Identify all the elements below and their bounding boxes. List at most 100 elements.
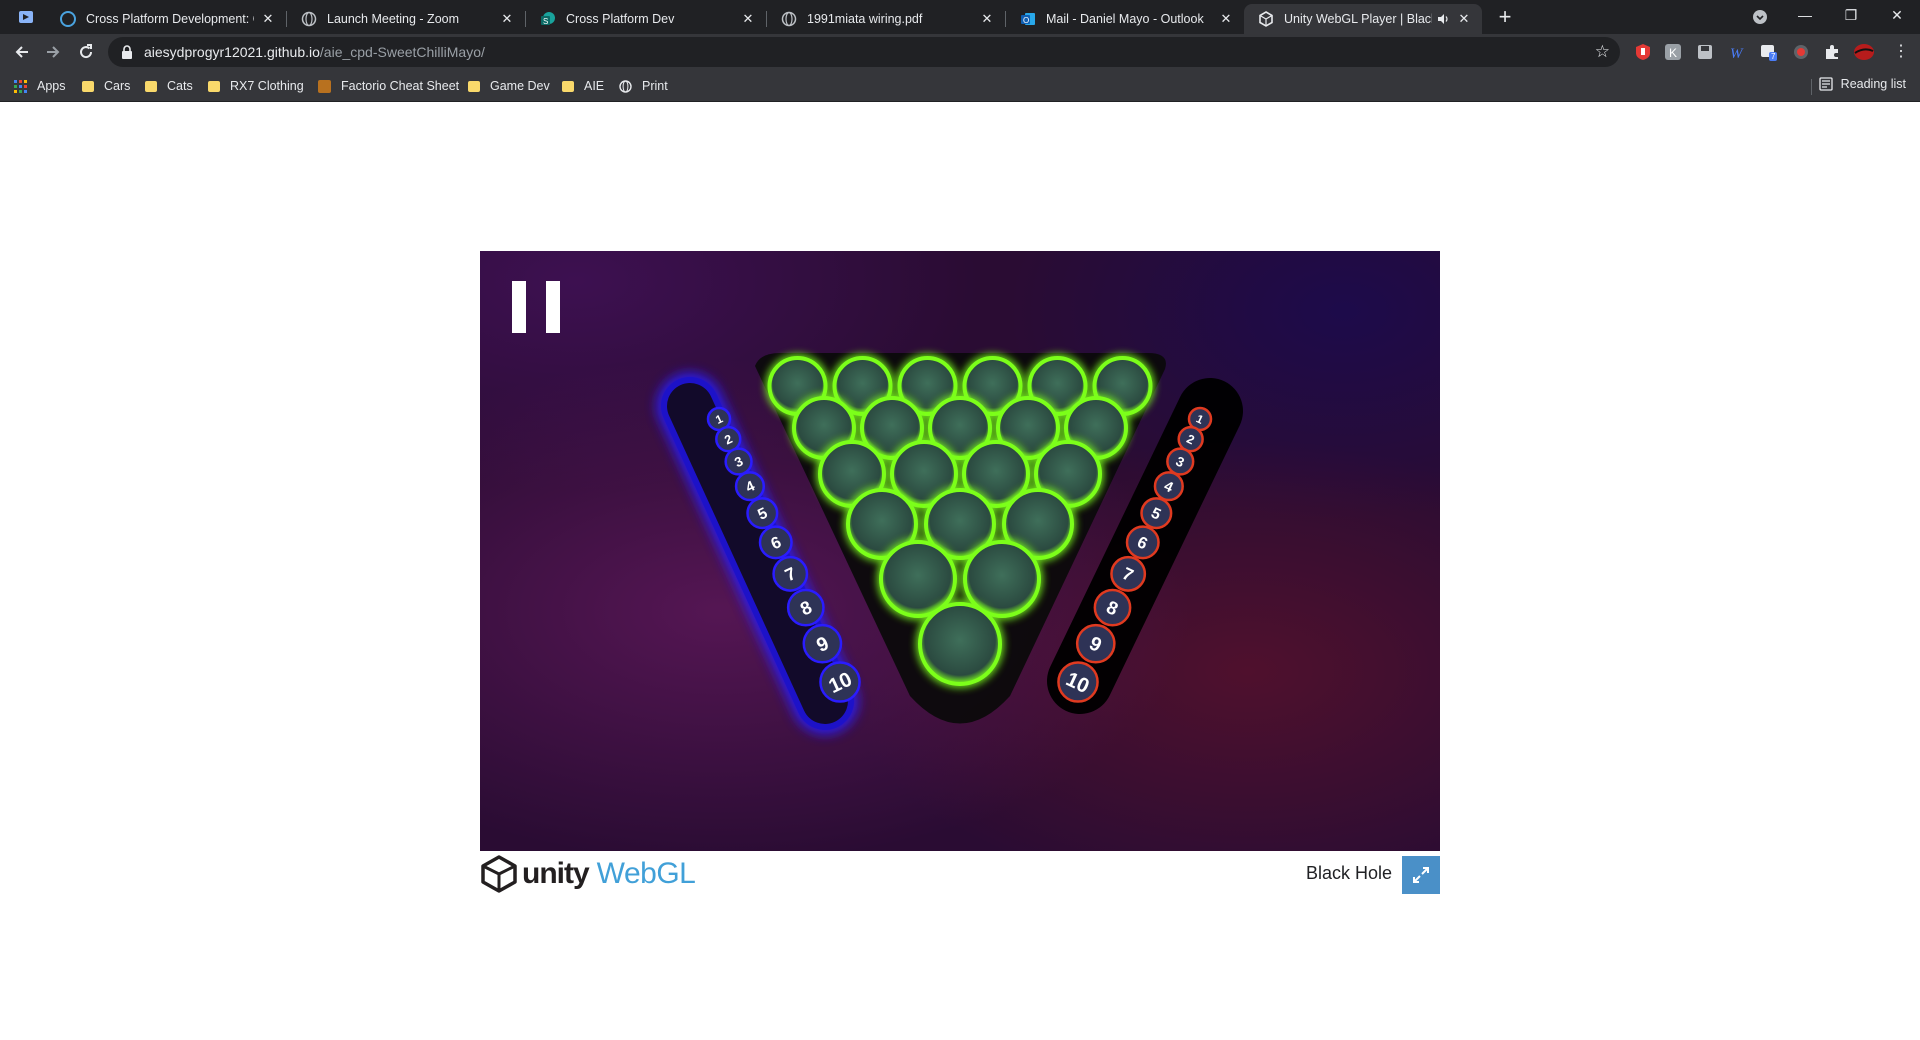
folder-icon bbox=[208, 80, 220, 92]
unity-game-canvas[interactable]: 1 2 3 4 5 6 7 8 9 10 1 2 3 4 5 6 7 8 9 10 bbox=[480, 251, 1440, 851]
extension-w-icon[interactable]: W bbox=[1729, 43, 1747, 62]
left-chip[interactable]: 5 bbox=[746, 497, 779, 530]
hole[interactable] bbox=[916, 600, 1004, 688]
url-path: /aie_cpd-SweetChilliMayo/ bbox=[319, 44, 485, 60]
folder-icon bbox=[82, 80, 94, 92]
tab-title: Unity WebGL Player | Black H bbox=[1284, 12, 1432, 26]
globe-icon bbox=[619, 79, 632, 93]
tab-launch-meeting-zoom[interactable]: Launch Meeting - Zoom ✕ bbox=[287, 4, 525, 34]
left-chip[interactable]: 10 bbox=[819, 661, 861, 703]
fullscreen-button[interactable] bbox=[1402, 856, 1440, 894]
right-chip[interactable]: 4 bbox=[1153, 471, 1184, 502]
bookmark-cars[interactable]: Cars bbox=[82, 77, 130, 95]
address-bar[interactable]: aiesydprogyr12021.github.io/aie_cpd-Swee… bbox=[108, 37, 1620, 67]
right-chip[interactable]: 9 bbox=[1075, 623, 1116, 664]
extensions-puzzle-icon[interactable] bbox=[1823, 43, 1841, 61]
right-chip[interactable]: 7 bbox=[1110, 555, 1147, 592]
unity-wordmark: unity bbox=[522, 857, 590, 890]
extension-adblock-icon[interactable] bbox=[1634, 43, 1652, 61]
globe-icon bbox=[301, 11, 317, 27]
tab-miata-wiring-pdf[interactable]: 1991miata wiring.pdf ✕ bbox=[767, 4, 1005, 34]
svg-text:K: K bbox=[1669, 46, 1677, 60]
pause-bar-left bbox=[512, 281, 526, 333]
right-chip[interactable]: 5 bbox=[1140, 497, 1173, 530]
extension-badge-icon[interactable]: 7 bbox=[1760, 43, 1778, 61]
tab-unity-webgl-player[interactable]: Unity WebGL Player | Black H ✕ bbox=[1244, 4, 1482, 34]
close-tab-icon[interactable]: ✕ bbox=[499, 11, 515, 27]
url-host: aiesydprogyr12021.github.io bbox=[144, 44, 320, 60]
back-button[interactable] bbox=[8, 38, 36, 66]
close-tab-icon[interactable]: ✕ bbox=[740, 11, 756, 27]
tab-search-icon[interactable] bbox=[1752, 9, 1768, 25]
outlook-icon: O bbox=[1020, 11, 1036, 27]
webgl-wordmark: WebGL bbox=[596, 857, 696, 890]
extension-badge-count: 7 bbox=[1769, 52, 1778, 61]
left-chip[interactable]: 9 bbox=[802, 623, 843, 664]
bookmark-factorio-cheat-sheet[interactable]: Factorio Cheat Sheet bbox=[318, 77, 459, 95]
factorio-icon bbox=[318, 79, 331, 93]
browser-app-icon[interactable] bbox=[18, 9, 34, 25]
folder-icon bbox=[562, 80, 574, 92]
forward-button[interactable] bbox=[39, 38, 67, 66]
bookmark-game-dev[interactable]: Game Dev bbox=[468, 77, 550, 95]
unity-cube-icon bbox=[481, 855, 517, 893]
black-hole-board: 12345678910 12345678910 bbox=[657, 353, 1243, 734]
new-tab-button[interactable]: + bbox=[1494, 6, 1516, 28]
reading-list-icon bbox=[1819, 77, 1833, 91]
close-window-button[interactable]: ✕ bbox=[1874, 0, 1920, 30]
forward-arrow-icon bbox=[47, 46, 60, 58]
tab-outlook-mail[interactable]: O Mail - Daniel Mayo - Outlook ✕ bbox=[1006, 4, 1244, 34]
tab-title: Launch Meeting - Zoom bbox=[327, 12, 460, 26]
minimize-button[interactable]: — bbox=[1782, 0, 1828, 30]
bookmark-label: Cats bbox=[167, 79, 193, 93]
reload-button[interactable] bbox=[72, 38, 100, 66]
restore-button[interactable]: ❐ bbox=[1828, 0, 1874, 30]
apps-grid-icon bbox=[14, 79, 27, 93]
bookmark-label: RX7 Clothing bbox=[230, 79, 304, 93]
svg-text:O: O bbox=[1023, 16, 1029, 25]
browser-menu-icon[interactable]: ⋮ bbox=[1893, 43, 1909, 61]
left-chip[interactable]: 6 bbox=[758, 525, 793, 560]
right-chip[interactable]: 3 bbox=[1166, 447, 1195, 476]
bookmark-star-icon[interactable]: ☆ bbox=[1595, 42, 1610, 62]
game-title: Black Hole bbox=[1305, 863, 1392, 883]
right-chip[interactable]: 8 bbox=[1093, 588, 1132, 627]
extension-record-icon[interactable] bbox=[1792, 43, 1810, 61]
profile-avatar[interactable] bbox=[1854, 43, 1874, 61]
bookmark-aie[interactable]: AIE bbox=[562, 77, 604, 95]
extension-k-icon[interactable]: K bbox=[1664, 43, 1682, 61]
bookmark-label: Game Dev bbox=[490, 79, 550, 93]
tab-title: Cross Platform Dev bbox=[566, 12, 675, 26]
left-chip[interactable]: 3 bbox=[724, 447, 753, 476]
tab-strip: Cross Platform Development: Ga ✕ Launch … bbox=[0, 0, 1920, 34]
right-chip[interactable]: 10 bbox=[1057, 661, 1099, 703]
bookmark-cats[interactable]: Cats bbox=[145, 77, 193, 95]
extension-save-icon[interactable] bbox=[1696, 43, 1714, 61]
right-chip[interactable]: 2 bbox=[1177, 425, 1204, 453]
left-chip[interactable]: 7 bbox=[772, 555, 809, 592]
bookmark-label: Cars bbox=[104, 79, 131, 93]
tab-cross-platform-development[interactable]: Cross Platform Development: Ga ✕ bbox=[46, 4, 286, 34]
bookmark-label: AIE bbox=[584, 79, 605, 93]
bookmark-rx7-clothing[interactable]: RX7 Clothing bbox=[208, 77, 304, 95]
close-tab-icon[interactable]: ✕ bbox=[1456, 11, 1472, 27]
pause-button[interactable] bbox=[512, 281, 560, 333]
left-chip[interactable]: 2 bbox=[715, 425, 742, 453]
close-tab-icon[interactable]: ✕ bbox=[979, 11, 995, 27]
bookmark-print[interactable]: Print bbox=[619, 77, 668, 95]
left-chip[interactable]: 8 bbox=[786, 588, 825, 627]
tab-cross-platform-dev[interactable]: S Cross Platform Dev ✕ bbox=[526, 4, 766, 34]
reading-list-button[interactable]: Reading list bbox=[1819, 77, 1906, 91]
speaker-icon[interactable] bbox=[1436, 12, 1450, 26]
bookmark-apps[interactable]: Apps bbox=[14, 77, 66, 95]
close-tab-icon[interactable]: ✕ bbox=[260, 11, 276, 27]
bookmarks-bar: Apps Cars Cats RX7 Clothing Factorio Che… bbox=[0, 70, 1920, 102]
right-chip[interactable]: 6 bbox=[1125, 525, 1160, 560]
close-tab-icon[interactable]: ✕ bbox=[1218, 11, 1234, 27]
tab-title: 1991miata wiring.pdf bbox=[807, 12, 923, 26]
back-arrow-icon bbox=[15, 46, 28, 58]
unity-icon bbox=[1258, 11, 1274, 27]
left-chip[interactable]: 4 bbox=[734, 471, 766, 502]
fullscreen-icon bbox=[1413, 867, 1429, 883]
folder-icon bbox=[145, 80, 157, 92]
